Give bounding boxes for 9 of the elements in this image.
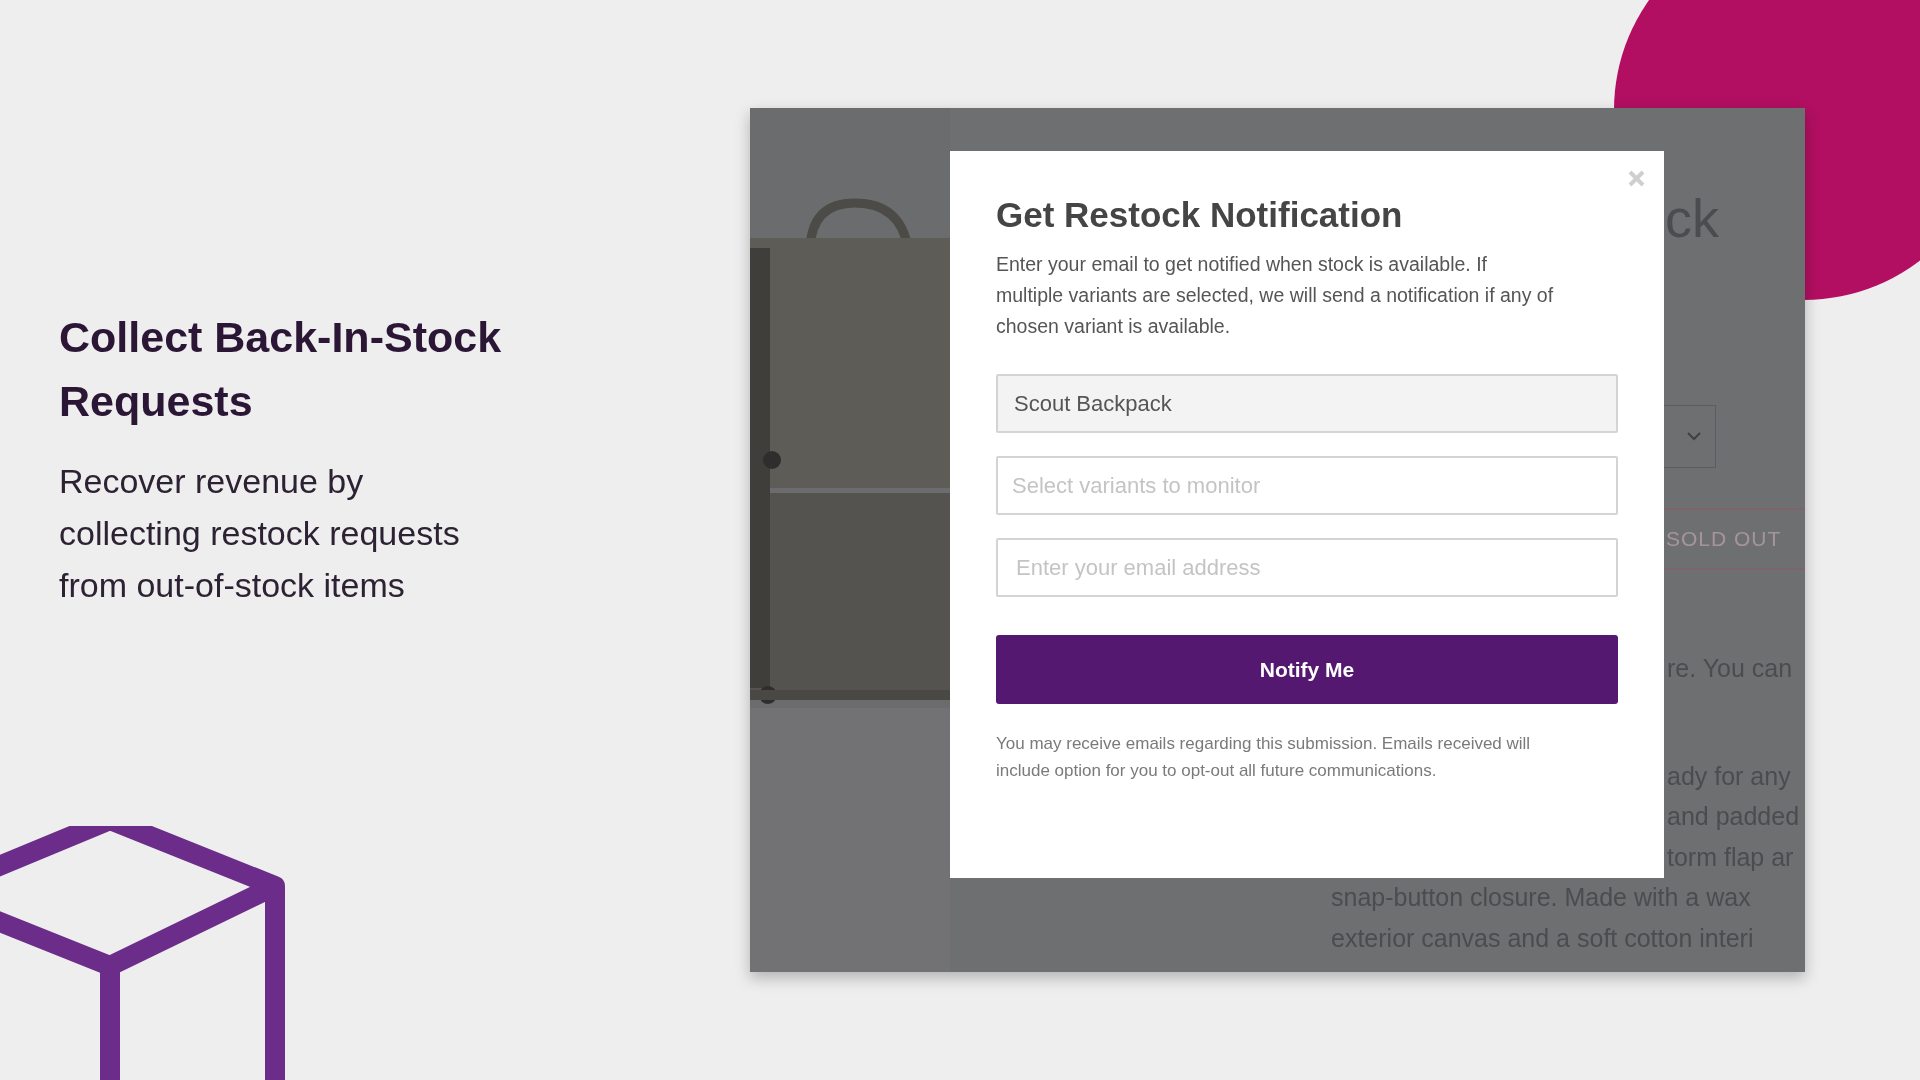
chevron-down-icon <box>1687 432 1701 441</box>
notify-button[interactable]: Notify Me <box>996 635 1618 704</box>
modal-description: Enter your email to get notified when stock is available. If multiple variants are selected, we will send a notification if any of chosen variant is available. <box>996 252 1555 339</box>
modal-title: Get Restock Notification <box>996 194 1404 236</box>
email-field[interactable]: Enter your email address <box>996 538 1618 597</box>
variant-field[interactable]: Select variants to monitor <box>996 456 1618 515</box>
description: Recover revenue by collecting restock requests from out-of-stock items <box>59 461 461 606</box>
disclaimer: You may receive emails regarding this submission. Emails received will include option for you to opt-out all future communications. <box>996 733 1532 782</box>
heading: Collect Back-In-Stock Requests <box>59 312 503 427</box>
